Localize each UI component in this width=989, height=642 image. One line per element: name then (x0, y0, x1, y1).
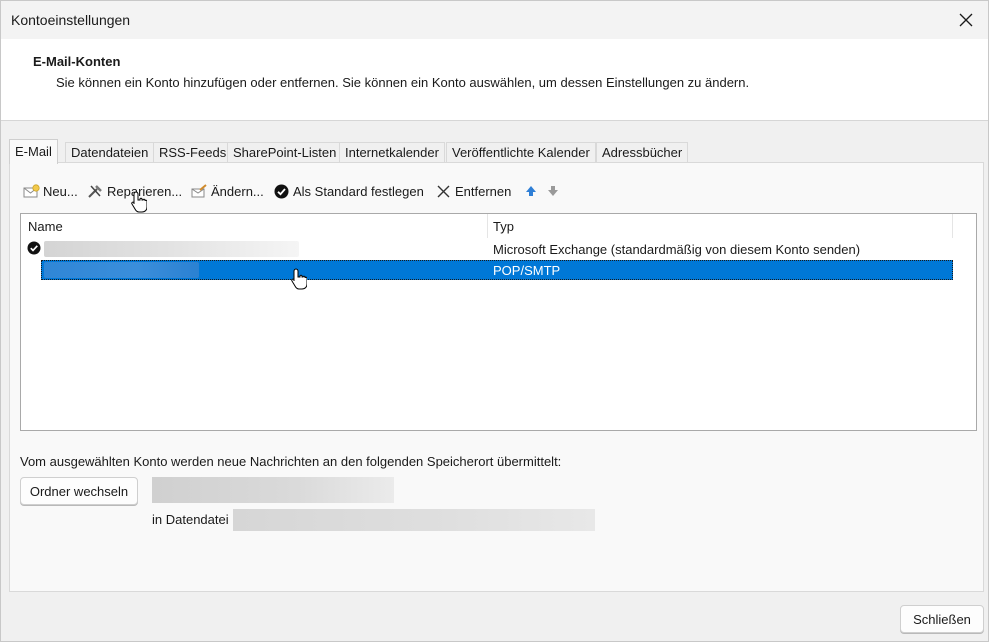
default-account-icon (27, 241, 41, 255)
repair-account-label: Reparieren... (107, 183, 183, 199)
redacted-account-name (44, 262, 199, 278)
repair-tools-icon (86, 183, 104, 199)
tab-rss-feeds[interactable]: RSS-Feeds (153, 142, 233, 163)
column-separator[interactable] (952, 214, 953, 238)
close-dialog-label: Schließen (913, 611, 971, 627)
datafile-label: in Datendatei (152, 512, 229, 527)
move-down-button[interactable] (544, 181, 565, 201)
column-separator[interactable] (487, 214, 488, 238)
tab-veroeffentlichte-kalender[interactable]: Veröffentlichte Kalender (446, 142, 596, 163)
remove-account-button[interactable]: Entfernen (434, 181, 511, 201)
header-description: Sie können ein Konto hinzufügen oder ent… (56, 75, 750, 90)
change-account-button[interactable]: Ändern... (190, 181, 264, 201)
remove-account-label: Entfernen (455, 183, 512, 199)
close-window-button[interactable] (944, 1, 988, 39)
column-header-type[interactable]: Typ (493, 219, 514, 234)
account-type: Microsoft Exchange (standardmäßig von di… (493, 242, 861, 257)
set-default-button[interactable]: Als Standard festlegen (272, 181, 424, 201)
redacted-datafile-path (233, 509, 595, 531)
new-mail-icon (22, 183, 40, 199)
tab-adressbuecher[interactable]: Adressbücher (596, 142, 689, 163)
account-list: Name Typ Microsoft Exchange (standardmäß… (20, 213, 977, 431)
account-settings-dialog: Kontoeinstellungen E-Mail-Konten Sie kön… (0, 0, 989, 642)
account-row[interactable]: Microsoft Exchange (standardmäßig von di… (21, 239, 976, 259)
dialog-header: E-Mail-Konten Sie können ein Konto hinzu… (1, 39, 988, 121)
tab-internetkalender[interactable]: Internetkalender (339, 142, 445, 163)
change-account-label: Ändern... (211, 183, 264, 199)
account-name (44, 260, 489, 280)
change-folder-label: Ordner wechseln (29, 483, 129, 499)
close-dialog-button[interactable]: Schließen (900, 605, 984, 633)
redacted-delivery-location (152, 477, 394, 503)
set-default-label: Als Standard festlegen (293, 183, 424, 199)
window-title: Kontoeinstellungen (11, 12, 131, 28)
arrow-up-icon (522, 183, 540, 199)
tab-datendateien[interactable]: Datendateien (65, 142, 155, 163)
list-header: Name Typ (21, 214, 976, 238)
email-tab-panel: Neu... Reparieren... Ändern... Als Stand… (9, 162, 984, 592)
new-account-label: Neu... (43, 183, 78, 199)
new-account-button[interactable]: Neu... (22, 181, 78, 201)
account-name (44, 239, 489, 259)
checkmark-circle-icon (272, 183, 290, 199)
delivery-info-text: Vom ausgewählten Konto werden neue Nachr… (20, 454, 562, 469)
close-icon (959, 13, 973, 27)
header-title: E-Mail-Konten (33, 54, 121, 69)
tab-strip: E-Mail Datendateien RSS-Feeds SharePoint… (9, 139, 984, 164)
account-row-selected[interactable]: POP/SMTP (21, 260, 976, 280)
move-up-button[interactable] (522, 181, 543, 201)
account-type: POP/SMTP (493, 263, 561, 278)
title-bar: Kontoeinstellungen (1, 1, 988, 39)
redacted-account-name (44, 241, 299, 257)
arrow-down-icon (544, 183, 562, 199)
edit-mail-icon (190, 183, 208, 199)
repair-account-button[interactable]: Reparieren... (86, 181, 182, 201)
column-header-name[interactable]: Name (28, 219, 63, 234)
change-folder-button[interactable]: Ordner wechseln (20, 477, 138, 505)
tab-sharepoint-listen[interactable]: SharePoint-Listen (227, 142, 343, 163)
tab-email[interactable]: E-Mail (9, 139, 58, 164)
remove-x-icon (434, 183, 452, 199)
